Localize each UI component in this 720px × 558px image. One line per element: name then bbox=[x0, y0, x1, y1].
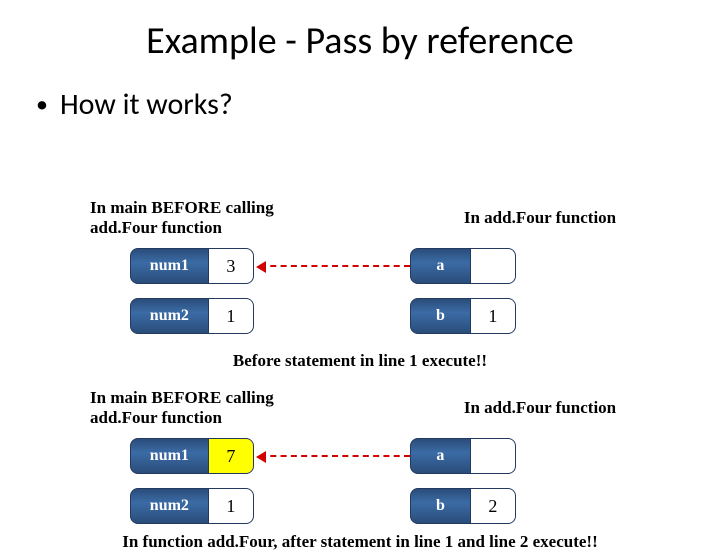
value-b-before: 1 bbox=[470, 299, 515, 333]
caption-fn-1: In add.Four function bbox=[420, 208, 660, 228]
box-fn-b-before: b 1 bbox=[410, 298, 516, 334]
value-b-after: 2 bbox=[470, 489, 515, 523]
label-a-2: a bbox=[411, 439, 470, 473]
reference-arrow-1 bbox=[260, 265, 410, 267]
bullet-item: • How it works? bbox=[36, 86, 720, 123]
label-num2-2: num2 bbox=[131, 489, 208, 523]
box-main-num2-before: num2 1 bbox=[130, 298, 254, 334]
bullet-text: How it works? bbox=[60, 86, 233, 123]
box-fn-a-before: a bbox=[410, 248, 516, 284]
caption-middle: Before statement in line 1 execute!! bbox=[0, 351, 720, 371]
label-num2: num2 bbox=[131, 299, 208, 333]
reference-arrow-2 bbox=[260, 455, 410, 457]
label-num1-2: num1 bbox=[131, 439, 208, 473]
label-num1: num1 bbox=[131, 249, 208, 283]
box-fn-b-after: b 2 bbox=[410, 488, 516, 524]
label-b-2: b bbox=[411, 489, 470, 523]
box-main-num1-after: num1 7 bbox=[130, 438, 254, 474]
caption-bottom: In function add.Four, after statement in… bbox=[0, 532, 720, 552]
box-main-num1-before: num1 3 bbox=[130, 248, 254, 284]
caption-fn-2: In add.Four function bbox=[420, 398, 660, 418]
value-num1-before: 3 bbox=[208, 249, 253, 283]
value-num2-before: 1 bbox=[208, 299, 253, 333]
label-b: b bbox=[411, 299, 470, 333]
slide-title: Example - Pass by reference bbox=[0, 18, 720, 64]
value-a-before bbox=[470, 249, 515, 283]
caption-main-before-1: In main BEFORE calling add.Four function bbox=[90, 198, 310, 238]
caption-main-before-2: In main BEFORE calling add.Four function bbox=[90, 388, 320, 428]
value-num2-after: 1 bbox=[208, 489, 253, 523]
label-a: a bbox=[411, 249, 470, 283]
box-main-num2-after: num2 1 bbox=[130, 488, 254, 524]
value-a-after bbox=[470, 439, 515, 473]
value-num1-after: 7 bbox=[208, 439, 253, 473]
box-fn-a-after: a bbox=[410, 438, 516, 474]
bullet-dot-icon: • bbox=[36, 90, 48, 119]
